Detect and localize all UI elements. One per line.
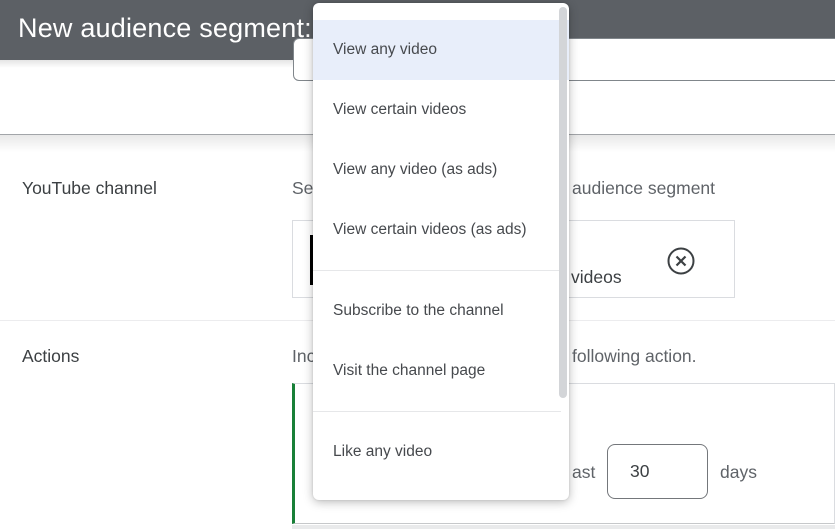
new-audience-segment-screen: New audience segment: YouTube channel Se…: [0, 0, 835, 529]
lookback-text-left: ast: [572, 462, 596, 482]
menu-item-view-any-video[interactable]: View any video: [313, 20, 569, 80]
lookback-days-suffix: days: [720, 462, 757, 482]
actions-label: Actions: [22, 346, 80, 366]
youtube-channel-description-right: audience segment: [572, 178, 716, 198]
menu-item-view-certain-videos-as-ads[interactable]: View certain videos (as ads): [313, 200, 569, 260]
menu-item-view-any-video-as-ads[interactable]: View any video (as ads): [313, 140, 569, 200]
menu-item-visit-channel-page[interactable]: Visit the channel page: [313, 341, 569, 401]
menu-item-view-certain-videos[interactable]: View certain videos: [313, 80, 569, 140]
page-title: New audience segment:: [18, 12, 312, 43]
dropdown-menu: View any video View certain videos View …: [313, 3, 569, 500]
remove-videos-icon[interactable]: [667, 247, 695, 275]
dropdown-scrollbar-thumb[interactable]: [559, 7, 567, 398]
circle-x-icon: [667, 247, 695, 275]
menu-divider: [313, 270, 561, 271]
action-card-shadow: [292, 525, 835, 529]
menu-item-subscribe-to-channel[interactable]: Subscribe to the channel: [313, 281, 569, 341]
actions-description-right: following action.: [572, 346, 697, 366]
lookback-days-input[interactable]: [607, 444, 708, 499]
actions-description-left: Inc: [292, 346, 316, 366]
menu-item-like-any-video[interactable]: Like any video: [313, 422, 569, 482]
menu-divider: [313, 411, 561, 412]
youtube-channel-label: YouTube channel: [22, 178, 157, 198]
videos-count-text: videos: [571, 267, 622, 287]
